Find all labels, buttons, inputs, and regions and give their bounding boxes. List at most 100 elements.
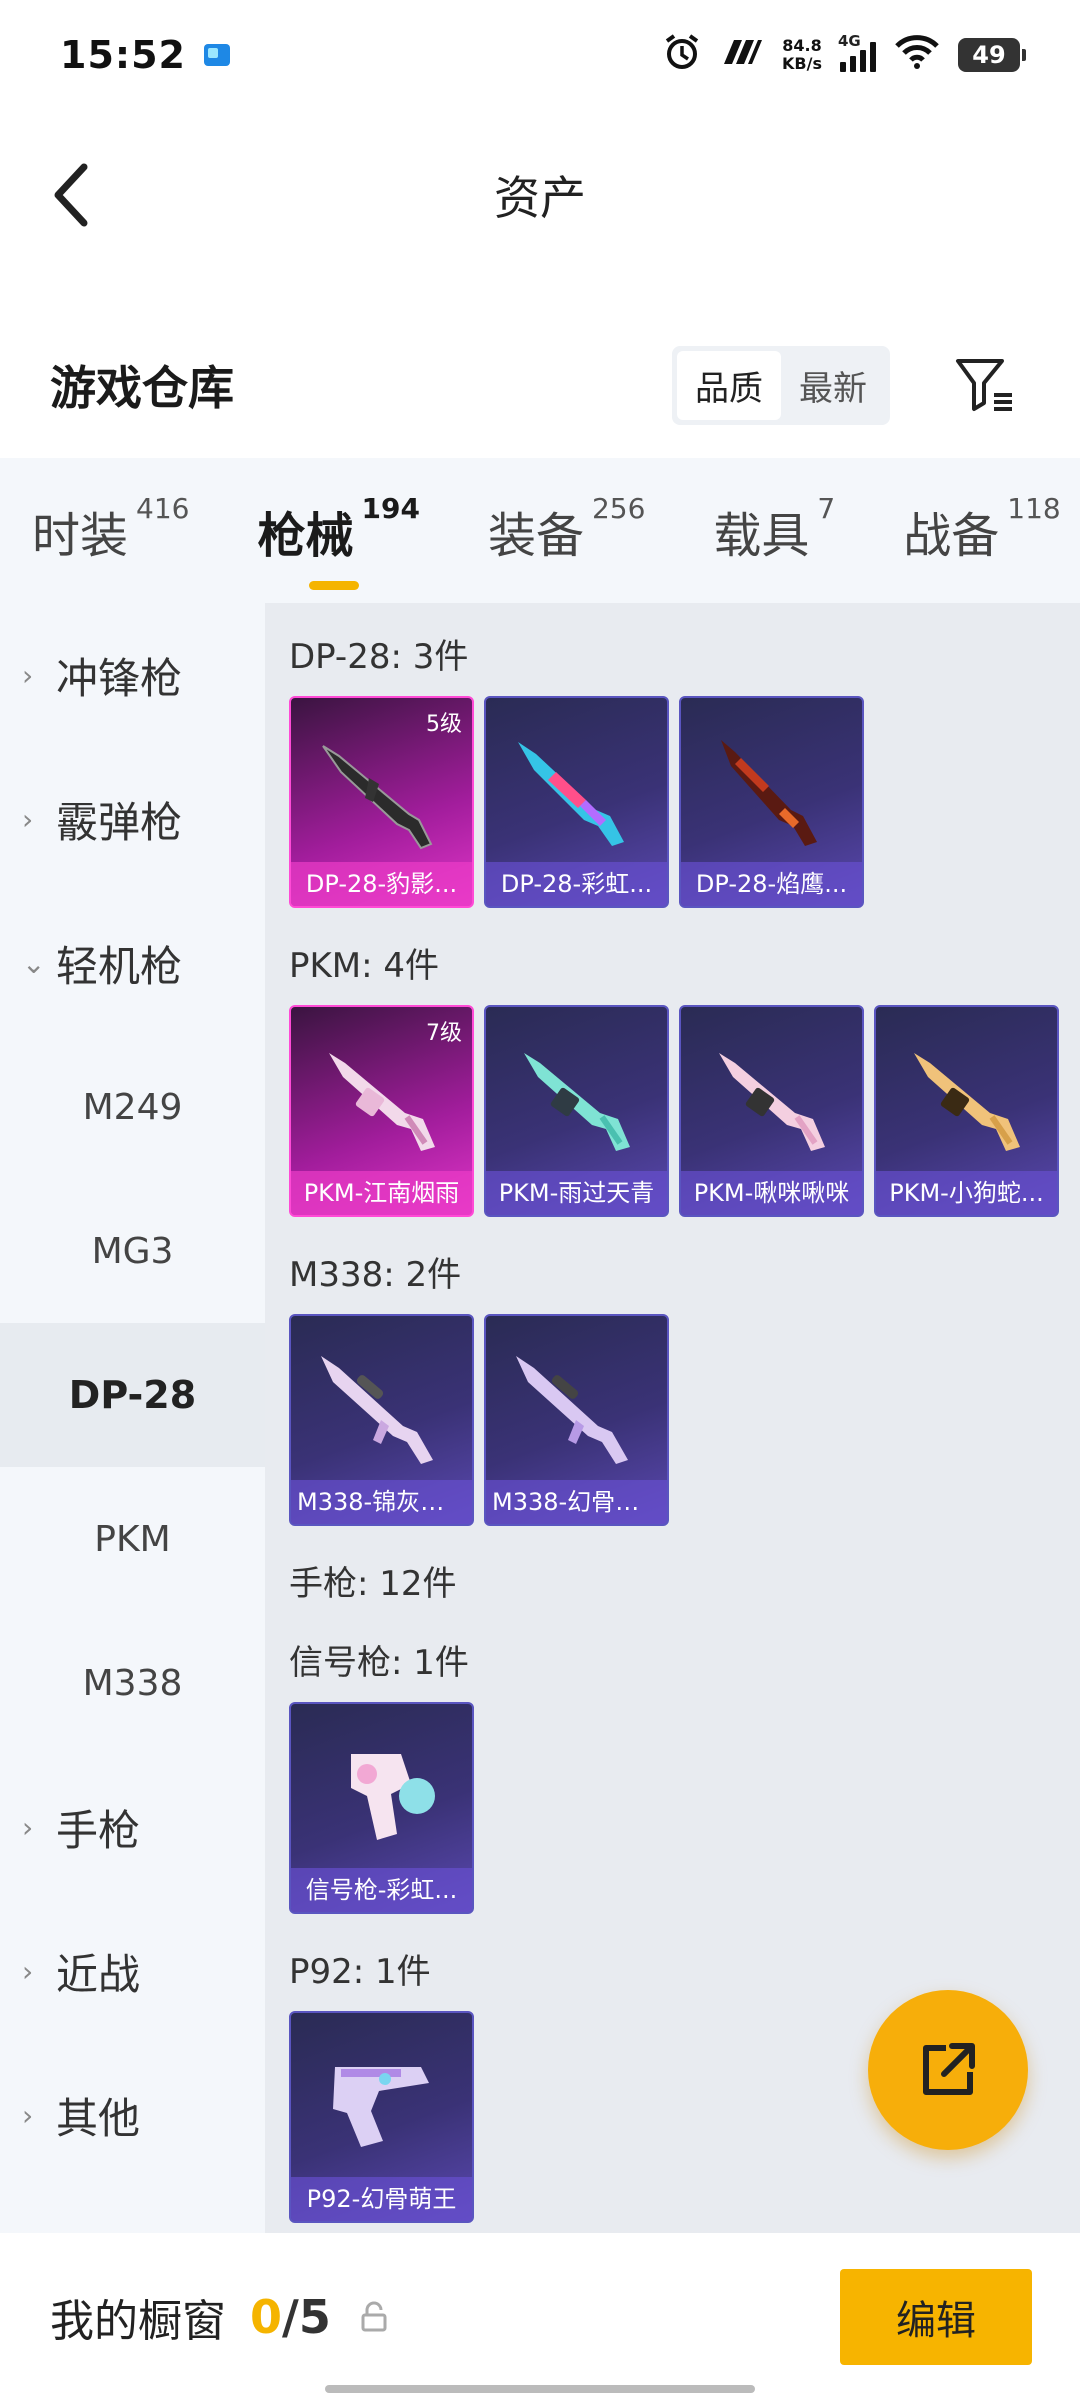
item-card[interactable]: DP-28-焰鹰... (679, 696, 864, 908)
warehouse-header: 游戏仓库 品质 最新 (0, 330, 1080, 440)
filter-button[interactable] (950, 350, 1020, 420)
sidebar-item-label: 冲锋枪 (56, 653, 183, 703)
sidebar-sub-m249[interactable]: M249 (0, 1035, 265, 1179)
sidebar-item-melee[interactable]: › 近战 (0, 1899, 265, 2043)
item-card[interactable]: 5级 DP-28-豹影... (289, 696, 474, 908)
sort-quality-button[interactable]: 品质 (677, 350, 781, 420)
category-tabs: 时装 416 枪械 194 装备 256 载具 7 战备 118 (0, 458, 1080, 603)
item-name: M338-锦灰蝶... (291, 1480, 472, 1524)
home-indicator[interactable] (325, 2385, 755, 2393)
item-name: P92-幻骨萌王 (291, 2177, 472, 2221)
item-name: PKM-啾咪啾咪 (681, 1171, 862, 1215)
back-arrow-icon (54, 163, 88, 227)
item-card[interactable]: M338-锦灰蝶... (289, 1314, 474, 1526)
item-name: PKM-雨过天青 (486, 1171, 667, 1215)
showcase-max: 5 (298, 2289, 331, 2344)
chevron-right-icon: › (22, 1954, 34, 1988)
weapon-type-sidebar: › 冲锋枪 › 霰弹枪 ⌄ 轻机枪 M249 MG3 DP-28 PKM M33… (0, 603, 265, 2233)
showcase-count: 0/5 (250, 2290, 331, 2344)
sniper-rifle-image (516, 1356, 628, 1464)
app-logo-icon (720, 36, 764, 75)
wifi-icon (894, 34, 940, 77)
tab-label: 时装 (32, 507, 129, 564)
tab-combat-gear[interactable]: 战备 118 (903, 492, 1060, 566)
sidebar-item-smg[interactable]: › 冲锋枪 (0, 603, 265, 747)
tab-fashion[interactable]: 时装 416 (32, 492, 189, 566)
app-notification-icon (203, 44, 230, 66)
item-card[interactable]: M338-幻骨萌... (484, 1314, 669, 1526)
tab-label: 载具 (713, 507, 810, 564)
tab-label: 战备 (903, 507, 1000, 564)
alarm-icon (662, 32, 702, 79)
warehouse-title: 游戏仓库 (50, 361, 234, 415)
rifle-image (322, 745, 433, 850)
sidebar-sub-mg3[interactable]: MG3 (0, 1179, 265, 1323)
tab-vehicles[interactable]: 载具 7 (713, 492, 835, 566)
sidebar-item-lmg[interactable]: ⌄ 轻机枪 (0, 891, 265, 1035)
group-title-pkm: PKM: 4件 (289, 946, 440, 986)
tab-count: 416 (136, 491, 190, 525)
item-card[interactable]: P92-幻骨萌王 (289, 2011, 474, 2223)
item-card[interactable]: PKM-雨过天青 (484, 1005, 669, 1217)
group-title-dp28: DP-28: 3件 (289, 637, 469, 677)
chevron-right-icon: › (22, 802, 34, 836)
item-card[interactable]: PKM-小狗蛇... (874, 1005, 1059, 1217)
lock-icon (361, 2301, 387, 2331)
showcase-bar: 我的橱窗 0/5 编辑 (0, 2233, 1080, 2400)
item-card[interactable]: 7级 PKM-江南烟雨 (289, 1005, 474, 1217)
speed-value: 84.8 (782, 36, 822, 55)
group-title-p92: P92: 1件 (289, 1952, 431, 1992)
chevron-right-icon: › (22, 1810, 34, 1844)
cellular-signal-icon: 4G (838, 32, 876, 72)
group-title-m338: M338: 2件 (289, 1255, 462, 1295)
sidebar-item-label: 其他 (56, 2093, 141, 2143)
share-icon (923, 2043, 975, 2095)
item-grid-dp28: 5级 DP-28-豹影... DP-28-彩虹... DP-28-焰鹰... (289, 696, 1080, 908)
sidebar-item-pistol[interactable]: › 手枪 (0, 1755, 265, 1899)
sort-latest-button[interactable]: 最新 (781, 351, 885, 420)
tab-count: 194 (361, 491, 420, 525)
sidebar-item-label: 霰弹枪 (56, 797, 183, 847)
tab-label: 枪械 (257, 507, 354, 564)
tab-count: 256 (591, 491, 646, 525)
item-name: PKM-小狗蛇... (876, 1171, 1057, 1215)
battery-icon: 49 (958, 38, 1026, 72)
item-name: 信号枪-彩虹... (291, 1868, 472, 1912)
share-button[interactable] (868, 1990, 1028, 2150)
chevron-right-icon: › (22, 2098, 34, 2132)
showcase-current: 0 (250, 2289, 283, 2344)
sidebar-sub-m338[interactable]: M338 (0, 1611, 265, 1755)
item-name: DP-28-豹影... (291, 862, 472, 906)
sidebar-item-shotgun[interactable]: › 霰弹枪 (0, 747, 265, 891)
sidebar-sub-dp28[interactable]: DP-28 (0, 1323, 265, 1467)
sidebar-item-label: 近战 (56, 1949, 141, 1999)
filter-icon (956, 359, 1012, 411)
item-grid-flare: 信号枪-彩虹... (289, 1702, 1080, 1914)
network-type: 4G (838, 32, 861, 50)
item-grid-m338: M338-锦灰蝶... M338-幻骨萌... (289, 1314, 1080, 1526)
status-bar: 15:52 84.8 KB/s 4G 49 (0, 0, 1080, 110)
item-card[interactable]: PKM-啾咪啾咪 (679, 1005, 864, 1217)
status-time: 15:52 (60, 33, 186, 77)
sort-toggle: 品质 最新 (672, 345, 890, 425)
tab-equipment[interactable]: 装备 256 (488, 492, 645, 566)
sidebar-item-label: 轻机枪 (56, 941, 183, 991)
item-card[interactable]: DP-28-彩虹... (484, 696, 669, 908)
network-speed: 84.8 KB/s (782, 37, 822, 73)
machine-gun-image (329, 1053, 435, 1151)
group-title-pistol: 手枪: 12件 (289, 1564, 457, 1604)
chevron-down-icon: ⌄ (22, 946, 46, 980)
sidebar-item-label: 手枪 (56, 1805, 141, 1855)
rifle-image (721, 740, 817, 846)
sidebar-sub-pkm[interactable]: PKM (0, 1467, 265, 1611)
tab-guns[interactable]: 枪械 194 (257, 492, 420, 590)
flare-gun-image (351, 1754, 435, 1840)
back-button[interactable] (40, 160, 100, 230)
showcase-separator: / (282, 2289, 299, 2344)
sidebar-item-other[interactable]: › 其他 (0, 2043, 265, 2187)
page-title: 资产 (494, 171, 586, 225)
header: 资产 (0, 110, 1080, 280)
item-card[interactable]: 信号枪-彩虹... (289, 1702, 474, 1914)
status-icons: 84.8 KB/s 4G 49 (662, 32, 1026, 79)
edit-button[interactable]: 编辑 (840, 2269, 1032, 2365)
